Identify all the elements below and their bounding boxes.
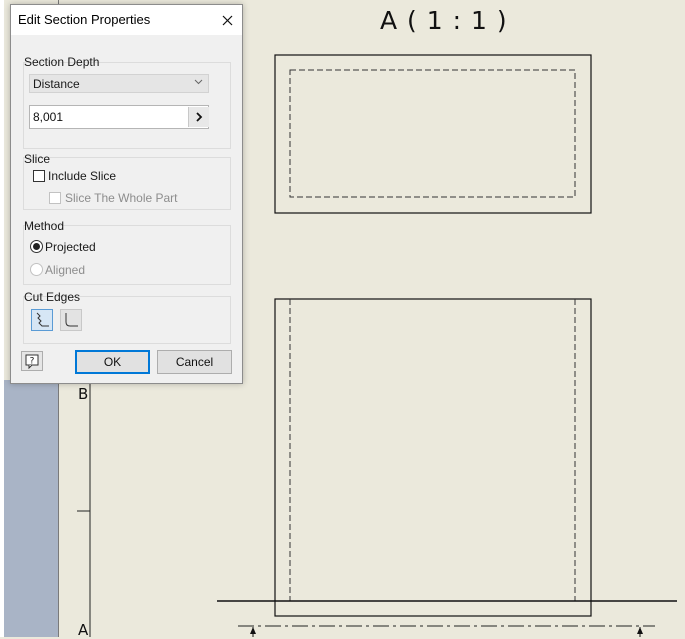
top-view-hidden-lines — [289, 69, 576, 198]
smooth-cut-edge-button[interactable] — [31, 309, 53, 331]
section-depth-mode-select[interactable]: Distance — [29, 74, 209, 93]
section-arrow-right-head — [637, 627, 643, 634]
section-view-outline — [274, 298, 592, 617]
projected-radio[interactable] — [30, 240, 43, 253]
section-depth-mode-value: Distance — [33, 77, 80, 91]
method-label: Method — [24, 219, 65, 233]
help-button[interactable]: ? — [21, 351, 43, 371]
section-depth-label: Section Depth — [24, 55, 100, 69]
smooth-cut-edge-icon — [36, 312, 49, 327]
straight-cut-edge-icon — [65, 313, 78, 327]
slice-whole-part-checkbox[interactable] — [49, 192, 61, 204]
chevron-right-icon — [196, 112, 203, 122]
include-slice-checkbox[interactable] — [33, 170, 45, 182]
cancel-button[interactable]: Cancel — [157, 350, 232, 374]
ok-button[interactable]: OK — [75, 350, 150, 374]
close-icon — [222, 15, 232, 25]
view-title[interactable]: A ( 1 : 1 ) — [380, 6, 508, 35]
zone-label-b: B — [78, 385, 89, 403]
aligned-radio[interactable] — [30, 263, 43, 276]
close-button[interactable] — [215, 8, 239, 32]
help-icon: ? — [25, 354, 39, 369]
top-view-outline — [274, 54, 592, 214]
include-slice-label[interactable]: Include Slice — [48, 169, 116, 183]
svg-text:?: ? — [30, 357, 35, 367]
slice-whole-part-label[interactable]: Slice The Whole Part — [65, 191, 178, 205]
section-arrow-left-head — [250, 627, 256, 634]
radio-selected-dot — [33, 243, 40, 250]
dialog-title-bar[interactable]: Edit Section Properties — [11, 5, 242, 35]
zone-label-a: A — [78, 621, 89, 639]
edit-section-properties-dialog: Edit Section Properties Section Depth Di… — [10, 4, 243, 384]
cut-edges-label: Cut Edges — [24, 290, 81, 304]
slice-label: Slice — [24, 152, 51, 166]
dialog-title: Edit Section Properties — [18, 12, 151, 27]
chevron-down-icon — [194, 79, 203, 85]
section-depth-distance-field — [29, 105, 209, 129]
section-depth-apply-button[interactable] — [188, 107, 209, 127]
aligned-label[interactable]: Aligned — [45, 263, 85, 277]
section-depth-distance-input[interactable] — [30, 106, 189, 128]
projected-label[interactable]: Projected — [45, 240, 96, 254]
straight-cut-edge-button[interactable] — [60, 309, 82, 331]
